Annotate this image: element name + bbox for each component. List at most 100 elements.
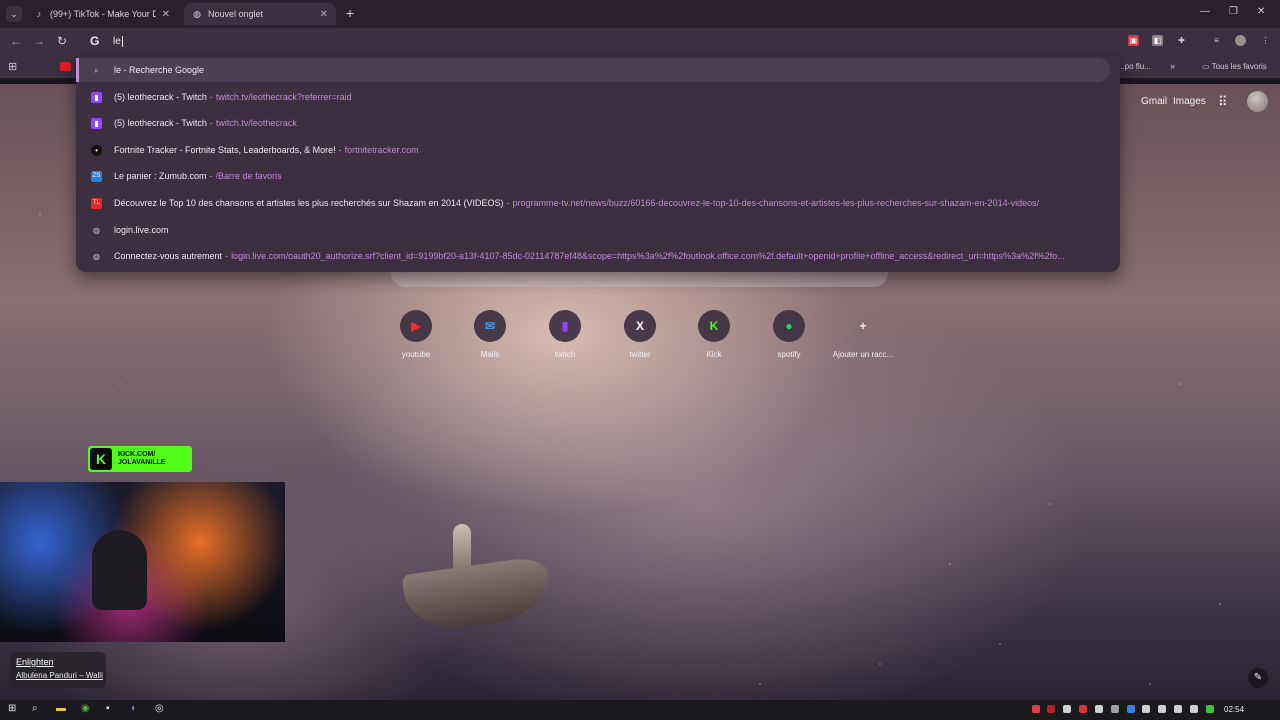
close-tab-icon[interactable]: ✕ bbox=[320, 9, 328, 20]
extension-icon[interactable]: ◧ bbox=[1152, 35, 1163, 46]
tab-title: (99+) TikTok - Make Your Day bbox=[50, 9, 156, 19]
file-explorer-icon[interactable]: ▬ bbox=[56, 703, 66, 714]
plus-icon: + bbox=[859, 319, 867, 333]
suggestion-title: le - Recherche Google bbox=[114, 65, 205, 75]
youtube-bookmark-icon[interactable] bbox=[60, 62, 71, 71]
tab-search-button[interactable]: ⌄ bbox=[6, 6, 22, 22]
youtube-icon: ▶ bbox=[400, 310, 432, 342]
tray-icon[interactable] bbox=[1190, 705, 1198, 713]
tray-icon[interactable] bbox=[1158, 705, 1166, 713]
taskbar-clock[interactable]: 02:54 bbox=[1224, 705, 1244, 714]
profile-avatar[interactable] bbox=[1235, 35, 1246, 46]
suggestion-url: twitch.tv/leothecrack?referrer=raid bbox=[215, 92, 352, 102]
close-window-icon[interactable]: ✕ bbox=[1257, 6, 1265, 17]
suggestion-url: twitch.tv/leothecrack bbox=[215, 118, 297, 128]
puzzle-icon[interactable]: ✚ bbox=[1176, 35, 1187, 46]
forward-icon[interactable]: → bbox=[33, 34, 45, 48]
shortcut-label: twitter bbox=[629, 350, 651, 359]
windows-start-icon[interactable]: ⊞ bbox=[8, 703, 16, 714]
kick-icon: K bbox=[698, 310, 730, 342]
customize-pencil-icon[interactable]: ✎ bbox=[1248, 668, 1268, 688]
song-artist: Albulena Panduri – Walli bbox=[16, 671, 103, 680]
gmail-link[interactable]: Gmail bbox=[1141, 96, 1167, 107]
windows-taskbar: ⊞ ⌕ ▬ ◉ ▪ ◐ ◎ 02:54 bbox=[0, 700, 1280, 720]
suggestion-title: Fortnite Tracker - Fortnite Stats, Leade… bbox=[114, 145, 336, 155]
media-control-icon[interactable]: ≡ bbox=[1211, 35, 1222, 46]
suggestion-url: login.live.com/oauth20_authorize.srf?cli… bbox=[231, 251, 1065, 261]
tray-icon[interactable] bbox=[1079, 705, 1087, 713]
suggestion-title: Connectez-vous autrement bbox=[114, 251, 223, 261]
menu-icon[interactable]: ⋮ bbox=[1260, 35, 1271, 46]
tray-icon[interactable] bbox=[1095, 705, 1103, 713]
suggestion-title: (5) leothecrack - Twitch bbox=[114, 92, 207, 102]
tab-title: Nouvel onglet bbox=[208, 9, 264, 19]
google-account-avatar[interactable] bbox=[1247, 91, 1268, 112]
tab-new-tab[interactable]: ◍ Nouvel onglet ✕ bbox=[184, 3, 336, 25]
tray-icon[interactable] bbox=[1111, 705, 1119, 713]
spotify-icon: ● bbox=[773, 310, 805, 342]
reload-icon[interactable]: ↻ bbox=[57, 34, 67, 48]
tray-icon[interactable] bbox=[1047, 705, 1055, 713]
suggestion-row[interactable]: ⌕ le - Recherche Google bbox=[76, 57, 1120, 83]
bookmarks-overflow-icon[interactable]: » bbox=[1170, 61, 1175, 71]
shortcut-label: Kick bbox=[706, 350, 722, 359]
all-bookmarks-button[interactable]: ▭ Tous les favoris bbox=[1202, 62, 1267, 71]
suggestion-row[interactable]: TL Découvrez le Top 10 des chansons et a… bbox=[76, 190, 1120, 216]
suggestion-row[interactable]: ZS Le panier : Zumub.com -/Barre de favo… bbox=[76, 163, 1120, 189]
suggestion-title: Découvrez le Top 10 des chansons et arti… bbox=[114, 198, 504, 208]
app-icon[interactable]: ▪ bbox=[106, 703, 110, 714]
shortcut-twitch[interactable]: ▮ twitch bbox=[530, 310, 600, 359]
restore-icon[interactable]: ❐ bbox=[1229, 6, 1238, 17]
add-shortcut-button[interactable]: + Ajouter un racc... bbox=[827, 310, 899, 359]
close-tab-icon[interactable]: ✕ bbox=[162, 9, 170, 20]
suggestion-url: programme-tv.net/news/buzz/60166-decouvr… bbox=[512, 198, 1040, 208]
tray-icon[interactable] bbox=[1032, 705, 1040, 713]
back-icon[interactable]: ← bbox=[10, 34, 22, 48]
new-tab-button[interactable]: + bbox=[346, 5, 354, 21]
suggestion-row[interactable]: ◍ login.live.com bbox=[76, 217, 1120, 243]
tab-tiktok[interactable]: ♪ (99+) TikTok - Make Your Day ✕ bbox=[26, 3, 178, 25]
globe-icon: ◍ bbox=[93, 225, 100, 235]
tray-icon[interactable] bbox=[1063, 705, 1071, 713]
omnibox-input[interactable]: le bbox=[113, 36, 123, 47]
bluetooth-icon[interactable] bbox=[1127, 705, 1135, 713]
chrome-icon[interactable]: ◉ bbox=[81, 703, 90, 714]
tray-icon[interactable] bbox=[1206, 705, 1214, 713]
tray-icon[interactable] bbox=[1142, 705, 1150, 713]
suggestion-row[interactable]: ◍ Connectez-vous autrement - login.live.c… bbox=[76, 243, 1120, 269]
suggestion-url: /Barre de favoris bbox=[215, 171, 282, 181]
shortcut-twitter[interactable]: X twitter bbox=[605, 310, 675, 359]
now-playing-card: Enlighten Albulena Panduri – Walli bbox=[10, 652, 106, 688]
images-link[interactable]: Images bbox=[1173, 96, 1206, 107]
kick-icon: K bbox=[90, 448, 112, 470]
streamer-figure bbox=[92, 530, 147, 610]
shortcut-label: spotify bbox=[777, 350, 801, 359]
extension-icon[interactable]: ▣ bbox=[1128, 35, 1139, 46]
kick-channel-text: KICK.COM/ JOLAVANILLE bbox=[118, 451, 166, 466]
minimize-icon[interactable]: — bbox=[1200, 6, 1210, 17]
search-icon[interactable]: ⌕ bbox=[32, 703, 38, 714]
tray-icon[interactable] bbox=[1174, 705, 1182, 713]
fortnite-tracker-icon: • bbox=[91, 144, 102, 156]
suggestion-title: (5) leothecrack - Twitch bbox=[114, 118, 207, 128]
browser-toolbar: ← → ↻ G le ▣ ◧ ✚ ≡ ⋮ bbox=[0, 28, 1280, 56]
shortcut-spotify[interactable]: ● spotify bbox=[754, 310, 824, 359]
shortcut-kick[interactable]: K Kick bbox=[679, 310, 749, 359]
suggestion-row[interactable]: ▮ (5) leothecrack - Twitch - twitch.tv/le… bbox=[76, 110, 1120, 136]
bookmark-item[interactable]: ...po flu... bbox=[1118, 62, 1151, 71]
shortcut-youtube[interactable]: ▶ youtube bbox=[381, 310, 451, 359]
programme-tv-icon: TL bbox=[91, 197, 102, 209]
shortcut-mails[interactable]: ✉ Mails bbox=[455, 310, 525, 359]
suggestion-row[interactable]: • Fortnite Tracker - Fortnite Stats, Lea… bbox=[76, 137, 1120, 163]
tab-strip: ⌄ ♪ (99+) TikTok - Make Your Day ✕ ◍ Nou… bbox=[0, 0, 1280, 28]
twitch-icon: ▮ bbox=[91, 91, 102, 103]
shortcut-label: Mails bbox=[480, 350, 500, 359]
obs-icon[interactable]: ◎ bbox=[155, 703, 164, 714]
omnibox-suggestions: ⌕ le - Recherche Google ▮ (5) leothecrac… bbox=[76, 56, 1120, 272]
apps-grid-icon[interactable]: ⊞ bbox=[8, 60, 17, 73]
google-apps-icon[interactable]: ⠿ bbox=[1218, 94, 1228, 110]
suggestion-row[interactable]: ▮ (5) leothecrack - Twitch - twitch.tv/le… bbox=[76, 84, 1120, 110]
shortcut-label: Ajouter un racc... bbox=[832, 350, 894, 359]
discord-icon[interactable]: ◐ bbox=[131, 703, 137, 714]
shortcut-label: youtube bbox=[401, 350, 431, 359]
